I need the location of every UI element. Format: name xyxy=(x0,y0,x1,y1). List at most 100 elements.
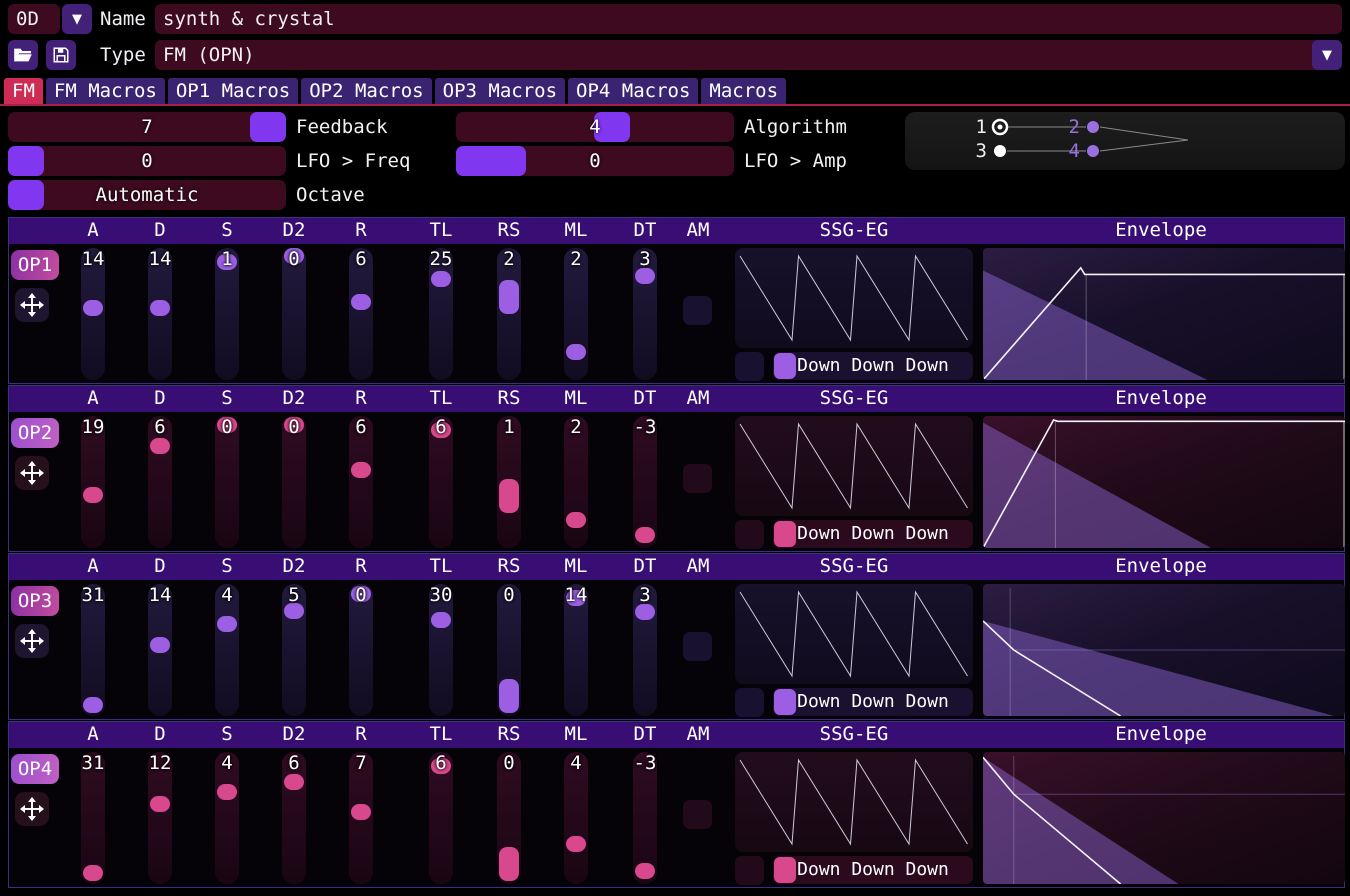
column-label-ml: ML xyxy=(565,387,588,409)
slider-knob[interactable] xyxy=(217,616,237,632)
instrument-dropdown-button[interactable]: ▼ xyxy=(62,4,92,34)
instrument-index-field[interactable]: 0D xyxy=(8,4,60,34)
slider-knob[interactable] xyxy=(566,836,586,852)
op-badge-op1[interactable]: OP1 xyxy=(11,250,59,280)
op2-ssg-enable-checkbox[interactable] xyxy=(735,520,764,549)
algorithm-slider[interactable]: 4 xyxy=(456,112,734,142)
op-badge-op2[interactable]: OP2 xyxy=(11,418,59,448)
op2-ssg-mode-slider[interactable]: Down Down Down xyxy=(773,520,973,548)
slider-knob[interactable] xyxy=(431,612,451,628)
slider-knob[interactable] xyxy=(150,300,170,316)
op1-value-dt: 3 xyxy=(610,248,680,270)
column-label-ssg-eg: SSG-EG xyxy=(820,723,889,745)
slider-knob[interactable] xyxy=(499,847,519,881)
slider-knob[interactable] xyxy=(351,804,371,820)
tab-fm[interactable]: FM xyxy=(4,78,43,104)
op3-value-a: 31 xyxy=(58,584,128,606)
op-move-handle[interactable] xyxy=(15,624,49,658)
slider-knob[interactable] xyxy=(499,280,519,314)
op-move-handle[interactable] xyxy=(15,288,49,322)
tab-op4-macros[interactable]: OP4 Macros xyxy=(568,78,698,104)
tab-op3-macros[interactable]: OP3 Macros xyxy=(435,78,565,104)
slider-knob[interactable] xyxy=(351,294,371,310)
tab-fm-macros[interactable]: FM Macros xyxy=(46,78,165,104)
slider-knob[interactable] xyxy=(150,796,170,812)
column-label-ml: ML xyxy=(565,219,588,241)
type-dropdown-button[interactable]: ▼ xyxy=(1312,40,1342,70)
lfo-freq-value: 0 xyxy=(8,146,286,176)
op3-ssg-mode-slider[interactable]: Down Down Down xyxy=(773,688,973,716)
column-label-d: D xyxy=(154,723,165,745)
instrument-editor-window: 0D ▼ Name synth & crystal Type FM (OPN) … xyxy=(0,0,1350,896)
op-content: OP2196006612-3Down Down Down xyxy=(9,412,1344,552)
slider-knob[interactable] xyxy=(635,268,655,284)
op1-value-r: 6 xyxy=(326,248,396,270)
op-move-handle[interactable] xyxy=(15,456,49,490)
op1-ssg-enable-checkbox[interactable] xyxy=(735,352,764,381)
slider-knob[interactable] xyxy=(284,774,304,790)
column-label-envelope: Envelope xyxy=(1115,723,1207,745)
open-button[interactable] xyxy=(8,40,38,70)
op2-am-checkbox[interactable] xyxy=(683,464,712,493)
slider-knob[interactable] xyxy=(499,479,519,513)
slider-knob[interactable] xyxy=(83,300,103,316)
op-badge-op3[interactable]: OP3 xyxy=(11,586,59,616)
slider-knob[interactable] xyxy=(566,512,586,528)
op-content: OP43112467604-3Down Down Down xyxy=(9,748,1344,888)
slider-knob[interactable] xyxy=(150,438,170,454)
column-label-s: S xyxy=(221,555,232,577)
algorithm-preview[interactable]: 1 2 3 4 xyxy=(905,112,1345,170)
op-content: OP1141410625223Down Down Down xyxy=(9,244,1344,384)
save-button[interactable] xyxy=(46,40,76,70)
op3-ssg-wave-display xyxy=(735,584,973,684)
slider-knob[interactable] xyxy=(217,784,237,800)
slider-knob[interactable] xyxy=(431,271,451,287)
slider-knob[interactable] xyxy=(566,344,586,360)
op-content: OP33114450300143Down Down Down xyxy=(9,580,1344,720)
column-label-r: R xyxy=(355,387,366,409)
column-label-dt: DT xyxy=(634,219,657,241)
column-label-tl: TL xyxy=(430,219,453,241)
slider-knob[interactable] xyxy=(150,637,170,653)
op4-value-dt: -3 xyxy=(610,752,680,774)
op-badge-op4[interactable]: OP4 xyxy=(11,754,59,784)
op2-envelope-display xyxy=(983,416,1345,548)
slider-knob[interactable] xyxy=(635,527,655,543)
op4-value-s: 4 xyxy=(192,752,262,774)
op3-ssg-enable-checkbox[interactable] xyxy=(735,688,764,717)
type-combo[interactable]: FM (OPN) xyxy=(155,40,1342,70)
slider-knob[interactable] xyxy=(83,487,103,503)
op1-ssg-mode-slider[interactable]: Down Down Down xyxy=(773,352,973,380)
op-column-header: ADSD2RTLRSMLDTAMSSG-EGEnvelope xyxy=(9,218,1344,244)
op1-am-checkbox[interactable] xyxy=(683,296,712,325)
slider-knob[interactable] xyxy=(83,865,103,881)
lfo-amp-slider[interactable]: 0 xyxy=(456,146,734,176)
lfo-freq-slider[interactable]: 0 xyxy=(8,146,286,176)
op-move-handle[interactable] xyxy=(15,792,49,826)
slider-knob[interactable] xyxy=(351,462,371,478)
ssg-mode-value: Down Down Down xyxy=(773,352,973,380)
column-label-tl: TL xyxy=(430,555,453,577)
slider-knob[interactable] xyxy=(635,604,655,620)
feedback-slider[interactable]: 7 xyxy=(8,112,286,142)
name-input[interactable]: synth & crystal xyxy=(155,4,1342,34)
op2-value-r: 6 xyxy=(326,416,396,438)
slider-knob[interactable] xyxy=(635,863,655,879)
octave-slider[interactable]: Automatic xyxy=(8,180,286,210)
op1-value-rs: 2 xyxy=(474,248,544,270)
tab-op1-macros[interactable]: OP1 Macros xyxy=(168,78,298,104)
op4-value-r: 7 xyxy=(326,752,396,774)
op4-am-checkbox[interactable] xyxy=(683,800,712,829)
tab-macros[interactable]: Macros xyxy=(701,78,786,104)
op3-am-checkbox[interactable] xyxy=(683,632,712,661)
column-label-ssg-eg: SSG-EG xyxy=(820,555,889,577)
column-label-ssg-eg: SSG-EG xyxy=(820,219,889,241)
slider-knob[interactable] xyxy=(83,697,103,713)
op4-ssg-mode-slider[interactable]: Down Down Down xyxy=(773,856,973,884)
op4-ssg-enable-checkbox[interactable] xyxy=(735,856,764,885)
alg-op4-number: 4 xyxy=(1060,141,1080,161)
slider-knob[interactable] xyxy=(499,679,519,713)
op2-ssg-wave-display xyxy=(735,416,973,516)
tab-op2-macros[interactable]: OP2 Macros xyxy=(301,78,431,104)
op4-value-a: 31 xyxy=(58,752,128,774)
